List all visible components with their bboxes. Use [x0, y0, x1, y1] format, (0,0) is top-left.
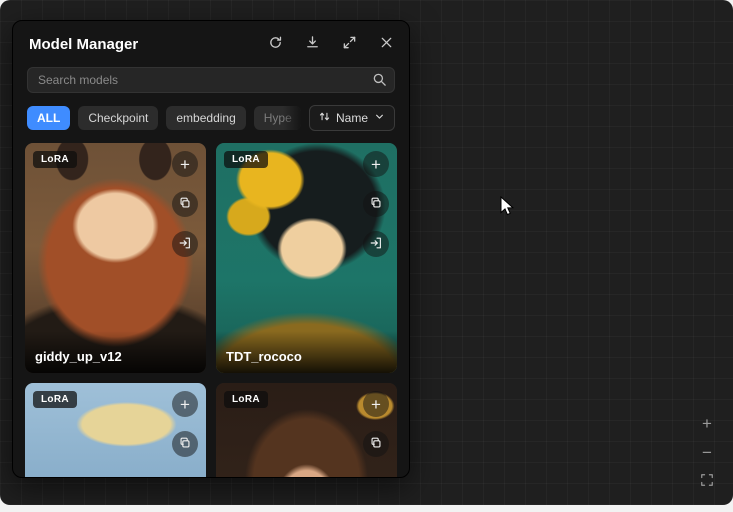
model-card[interactable]: LoRA + [25, 143, 206, 373]
copy-model-button[interactable] [172, 431, 198, 457]
copy-icon [178, 436, 192, 453]
page-title: Model Manager [29, 36, 138, 53]
add-model-button[interactable]: + [172, 391, 198, 417]
close-button[interactable] [377, 35, 395, 53]
model-type-badge: LoRA [33, 151, 77, 168]
copy-icon [369, 436, 383, 453]
model-card[interactable]: LoRA + [25, 383, 206, 478]
copy-icon [178, 196, 192, 213]
card-actions: + [363, 391, 389, 457]
import-model-button[interactable] [172, 231, 198, 257]
chevron-down-icon [373, 110, 386, 126]
import-model-button[interactable] [363, 231, 389, 257]
copy-model-button[interactable] [172, 191, 198, 217]
model-name: giddy_up_v12 [25, 331, 206, 373]
filter-chip-all[interactable]: ALL [27, 106, 70, 130]
add-model-button[interactable]: + [363, 151, 389, 177]
model-card[interactable]: LoRA + [216, 383, 397, 478]
card-actions: + [172, 151, 198, 257]
filter-chip-checkpoint[interactable]: Checkpoint [78, 106, 158, 130]
zoom-controls: + − [697, 413, 717, 491]
refresh-icon [268, 35, 283, 53]
panel-toolbar [266, 35, 395, 53]
model-card-grid: LoRA + [25, 143, 397, 478]
fit-view-button[interactable] [697, 471, 717, 491]
download-button[interactable] [303, 35, 321, 53]
card-actions: + [172, 391, 198, 457]
copy-icon [369, 196, 383, 213]
model-name: TDT_rococo [216, 331, 397, 373]
search-icon [372, 72, 387, 92]
search-bar [27, 67, 395, 93]
plus-icon: + [180, 396, 190, 413]
refresh-button[interactable] [266, 35, 284, 53]
filter-chip-embedding[interactable]: embedding [166, 106, 245, 130]
plus-icon: + [371, 156, 381, 173]
fit-view-icon [700, 473, 714, 490]
mouse-cursor [500, 196, 516, 223]
filter-chip-hypernetwork[interactable]: Hype [254, 106, 301, 130]
plus-icon: + [371, 396, 381, 413]
copy-model-button[interactable] [363, 191, 389, 217]
download-icon [305, 35, 320, 53]
close-icon [379, 35, 394, 53]
zoom-in-button[interactable]: + [697, 413, 717, 433]
expand-button[interactable] [340, 35, 358, 53]
sort-icon [318, 110, 331, 126]
import-icon [178, 236, 192, 253]
plus-icon: + [702, 415, 712, 432]
model-card[interactable]: LoRA + [216, 143, 397, 373]
copy-model-button[interactable] [363, 431, 389, 457]
panel-header: Model Manager [13, 21, 409, 59]
add-model-button[interactable]: + [363, 391, 389, 417]
minus-icon: − [702, 444, 712, 461]
sort-dropdown[interactable]: Name [309, 105, 395, 131]
canvas[interactable]: Model Manager [0, 0, 733, 505]
expand-icon [342, 35, 357, 53]
import-icon [369, 236, 383, 253]
sort-label: Name [336, 111, 368, 125]
add-model-button[interactable]: + [172, 151, 198, 177]
model-type-badge: LoRA [224, 391, 268, 408]
card-actions: + [363, 151, 389, 257]
model-type-badge: LoRA [224, 151, 268, 168]
filter-row: ALL Checkpoint embedding Hype Name [27, 105, 395, 131]
search-input[interactable] [27, 67, 395, 93]
plus-icon: + [180, 156, 190, 173]
zoom-out-button[interactable]: − [697, 442, 717, 462]
model-type-badge: LoRA [33, 391, 77, 408]
model-manager-panel: Model Manager [12, 20, 410, 478]
